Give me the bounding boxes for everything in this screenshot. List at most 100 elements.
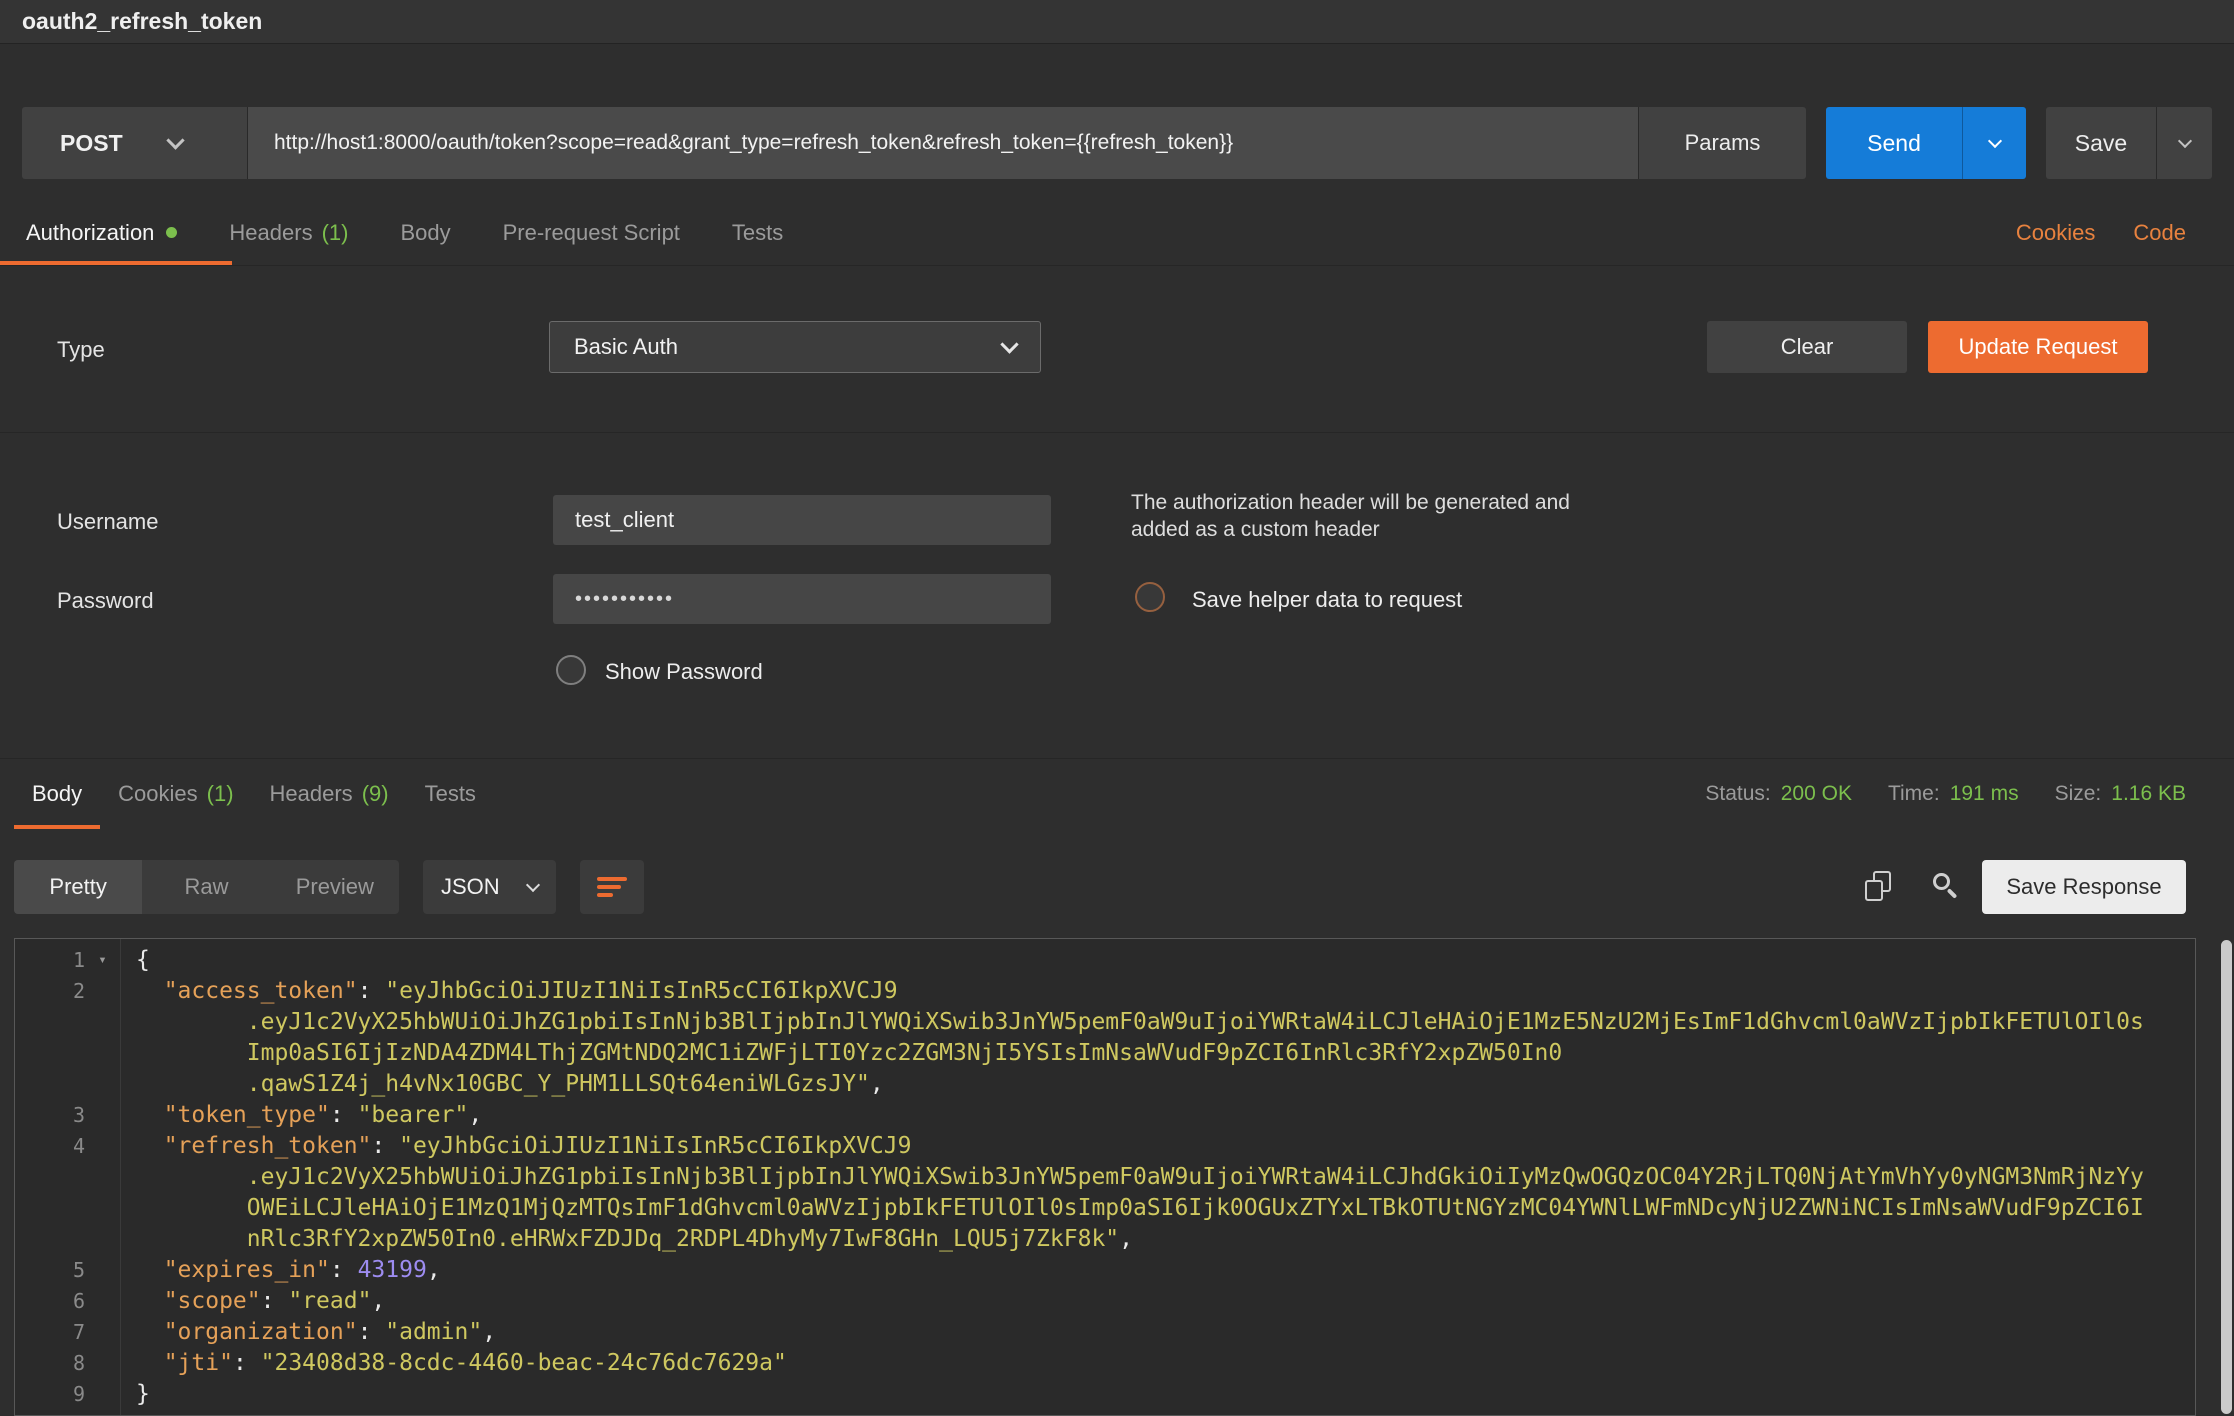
code-line: .eyJ1c2VyX25hbWUiOiJhZG1pbiIsInNjb3BlIjp… [15,1007,2195,1038]
code-link[interactable]: Code [2133,220,2186,246]
tab-label: Tests [732,220,783,246]
username-label: Username [57,509,158,535]
fold-caret-icon [85,1317,120,1348]
tab-label: Body [400,220,450,246]
fold-caret-icon [85,1100,120,1131]
code-text: "organization": "admin", [120,1317,496,1348]
chevron-down-icon [1987,133,2001,147]
fold-caret-icon [85,1193,120,1224]
view-mode-preview[interactable]: Preview [271,860,399,914]
line-number: 4 [15,1131,85,1162]
fold-caret-icon [85,1224,120,1255]
view-mode-raw[interactable]: Raw [142,860,270,914]
clear-button[interactable]: Clear [1707,321,1907,373]
auth-helper-note: The authorization header will be generat… [1131,489,1570,543]
tab-count: (1) [322,220,349,246]
fold-caret-icon [85,1069,120,1100]
size-label: Size: [2055,782,2102,806]
code-line: nRlc3RfY2xpZW50In0.eHRWxFZDJDq_2RDPL4Dhy… [15,1224,2195,1255]
response-body-panel: 1▾{2"access_token": "eyJhbGciOiJIUzI1NiI… [14,938,2196,1416]
code-line: OWEiLCJleHAiOjE1MzQ1MjQzMTQsImF1dGhvcml0… [15,1193,2195,1224]
fold-caret-icon [85,1007,120,1038]
code-text: .eyJ1c2VyX25hbWUiOiJhZG1pbiIsInNjb3BlIjp… [120,1007,2144,1038]
tab-label: Headers [229,220,312,246]
fold-caret-icon [85,976,120,1007]
code-text: "scope": "read", [120,1286,385,1317]
code-text: "refresh_token": "eyJhbGciOiJIUzI1NiIsIn… [120,1131,911,1162]
copy-button[interactable] [1862,870,1896,904]
update-request-button[interactable]: Update Request [1928,321,2148,373]
code-text: nRlc3RfY2xpZW50In0.eHRWxFZDJDq_2RDPL4Dhy… [120,1224,1133,1255]
tab-count: (1) [207,781,234,807]
show-password-radio[interactable] [556,655,586,685]
code-text: "jti": "23408d38-8cdc-4460-beac-24c76dc7… [120,1348,787,1379]
fold-caret-icon [85,1131,120,1162]
code-text: "access_token": "eyJhbGciOiJIUzI1NiIsInR… [120,976,898,1007]
request-tabs: Authorization Headers (1) Body Pre-reque… [0,200,2234,266]
tab-authorization[interactable]: Authorization [0,200,203,265]
auth-type-label: Type [57,337,105,363]
line-number: 6 [15,1286,85,1317]
save-button[interactable]: Save [2046,107,2156,179]
tab-pre-request-script[interactable]: Pre-request Script [477,200,706,265]
request-bar: POST Params Send Save [0,107,2234,179]
format-select[interactable]: JSON [423,860,556,914]
save-response-button[interactable]: Save Response [1982,860,2186,914]
fold-caret-icon [85,1038,120,1069]
tab-label: Body [32,781,82,807]
tab-headers[interactable]: Headers (1) [203,200,374,265]
auth-type-value: Basic Auth [574,334,678,360]
view-mode-pretty[interactable]: Pretty [14,860,142,914]
wrap-text-button[interactable] [580,860,644,914]
tab-count: (9) [362,781,389,807]
tab-label: Pre-request Script [503,220,680,246]
password-label: Password [57,588,154,614]
fold-caret-icon [85,1255,120,1286]
username-input[interactable] [553,495,1051,545]
chevron-down-icon [1000,335,1018,353]
scrollbar-thumb[interactable] [2221,940,2232,1414]
active-dot [166,227,177,238]
send-options-button[interactable] [1962,107,2026,179]
view-mode-switcher: Pretty Raw Preview [14,860,399,914]
line-number: 9 [15,1379,85,1410]
send-button[interactable]: Send [1826,107,1962,179]
line-number [15,1038,85,1069]
save-helper-radio[interactable] [1135,582,1165,612]
line-number [15,1193,85,1224]
method-select[interactable]: POST [22,107,248,179]
code-line: 2"access_token": "eyJhbGciOiJIUzI1NiIsIn… [15,976,2195,1007]
top-links: Cookies Code [2016,200,2186,265]
size-value: 1.16 KB [2111,782,2186,806]
code-line: 5"expires_in": 43199, [15,1255,2195,1286]
cookies-link[interactable]: Cookies [2016,220,2095,246]
search-button[interactable] [1930,870,1964,904]
credentials-section: Username Password Show Password The auth… [0,433,2234,758]
save-options-button[interactable] [2156,107,2212,179]
code-text: .eyJ1c2VyX25hbWUiOiJhZG1pbiIsInNjb3BlIjp… [120,1162,2144,1193]
password-input[interactable] [553,574,1051,624]
code-line: 4 "refresh_token": "eyJhbGciOiJIUzI1NiIsI… [15,1131,2195,1162]
code-text: "token_type": "bearer", [120,1100,482,1131]
tab-body[interactable]: Body [374,200,476,265]
search-icon [1930,870,1962,902]
response-tab-cookies[interactable]: Cookies (1) [100,759,251,829]
fold-caret-icon [85,1286,120,1317]
method-label: POST [60,130,123,157]
response-tab-tests[interactable]: Tests [407,759,494,829]
url-input[interactable] [248,107,1638,179]
code-text: OWEiLCJleHAiOjE1MzQ1MjQzMTQsImF1dGhvcml0… [120,1193,2144,1224]
line-number [15,1069,85,1100]
auth-helper-note-line1: The authorization header will be generat… [1131,489,1570,516]
line-number: 7 [15,1317,85,1348]
fold-caret-icon[interactable]: ▾ [85,945,120,976]
response-tab-body[interactable]: Body [14,759,100,829]
params-button[interactable]: Params [1638,107,1806,179]
show-password-label: Show Password [605,659,763,685]
response-tab-headers[interactable]: Headers (9) [252,759,407,829]
fold-caret-icon [85,1162,120,1193]
code-line: 6 "scope": "read", [15,1286,2195,1317]
chevron-down-icon [526,877,540,891]
tab-tests[interactable]: Tests [706,200,809,265]
auth-type-select[interactable]: Basic Auth [549,321,1041,373]
